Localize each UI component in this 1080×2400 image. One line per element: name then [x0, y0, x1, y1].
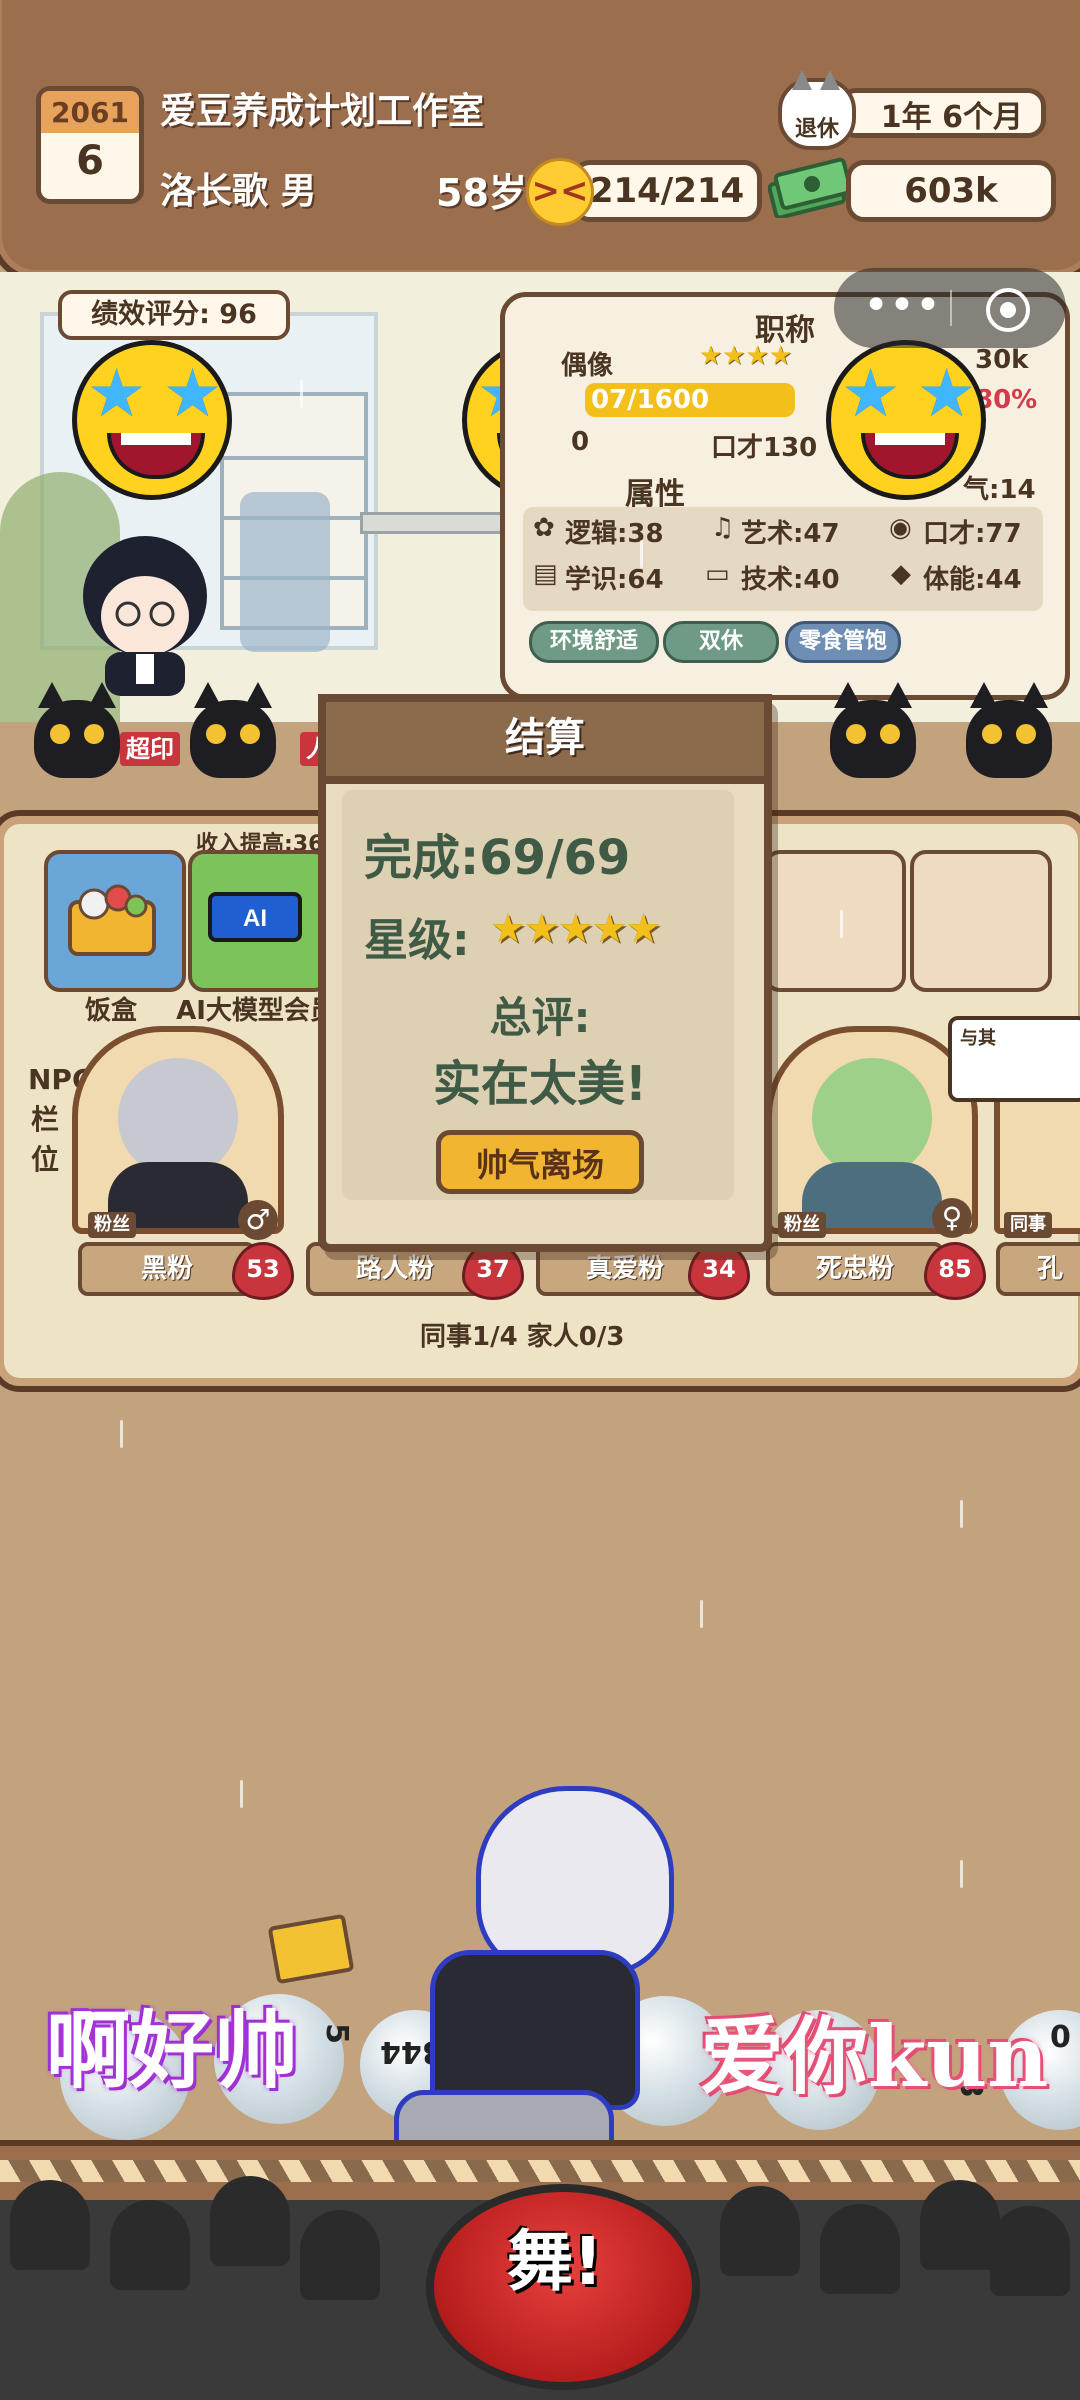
audience-silhouette: [820, 2204, 900, 2294]
ai-member-item-slot[interactable]: AI: [188, 850, 330, 992]
black-cat-icon: [190, 682, 276, 778]
audience-silhouette: [300, 2210, 380, 2300]
performance-score: 绩效评分: 96: [58, 290, 290, 340]
player-avatar[interactable]: [70, 526, 220, 696]
star-eyes-emoji-icon: ★★: [826, 340, 986, 500]
note-number: 0: [1050, 2020, 1071, 2055]
empty-item-slot[interactable]: [910, 850, 1052, 992]
npc-name: 黑粉: [78, 1242, 256, 1296]
logic-stat: 逻辑:38: [565, 519, 664, 549]
close-miniprogram-icon[interactable]: [986, 288, 1030, 332]
dance-button-label: 舞!: [506, 2223, 604, 2300]
ai-card-icon: AI: [208, 892, 302, 942]
envelope-icon[interactable]: [267, 1913, 355, 1985]
stage-stripe: [0, 2160, 1080, 2182]
book-icon: ▤: [533, 559, 558, 589]
cash-stack-icon: [768, 157, 852, 218]
tech-stat: 技术:40: [741, 565, 840, 595]
rain-drop: [300, 380, 303, 408]
audience-silhouette: [990, 2206, 1070, 2296]
leave-stage-button[interactable]: 帅气离场: [436, 1130, 644, 1194]
audience-silhouette: [920, 2180, 1000, 2270]
capsule-divider: [950, 290, 952, 326]
cat-ear-icon: [792, 70, 812, 90]
status-tag: 超印: [120, 732, 180, 766]
rain-drop: [960, 1500, 963, 1528]
dancer-body: [430, 1950, 640, 2110]
bento-icon: [68, 884, 156, 956]
eloquence-stat: 口才:77: [923, 519, 1022, 549]
knowledge-stat: 学识:64: [565, 565, 664, 595]
job-stats-card[interactable]: 职称 偶像 ★★★★ 30k 07/1600 80% 0 口才130 属性 气:…: [500, 292, 1070, 700]
stamina-stat: 体能:44: [923, 565, 1022, 595]
rain-drop: [960, 1860, 963, 1888]
player-age: 58岁: [436, 171, 527, 215]
cheer-text: 啊好帅: [46, 2001, 299, 2100]
npc-slot-counter: 同事1/4 家人0/3: [420, 1322, 625, 1352]
rain-drop: [240, 1780, 243, 1808]
audience-silhouette: [10, 2180, 90, 2270]
star-eyes-emoji-icon: ★★: [72, 340, 232, 500]
modal-title: 结算: [318, 694, 772, 784]
perk-tag[interactable]: 环境舒适: [529, 621, 659, 663]
audience-silhouette: [720, 2186, 800, 2276]
art-stat: 艺术:47: [741, 519, 840, 549]
music-note-icon: ♫: [711, 513, 735, 543]
rain-drop: [640, 540, 643, 568]
npc-name: 孔: [996, 1242, 1080, 1296]
audience-silhouette: [110, 2200, 190, 2290]
cash-amount: 603k: [846, 160, 1056, 222]
temper-value: 气:14: [963, 475, 1036, 505]
perk-tag[interactable]: 双休: [663, 621, 779, 663]
lips-icon: ◉: [889, 513, 912, 543]
player-name: 洛长歌 男: [160, 171, 317, 212]
progress-value: 07/1600: [591, 385, 710, 415]
perk-tag[interactable]: 零食管饱: [785, 621, 901, 663]
calendar-month: 6: [76, 138, 104, 184]
rain-drop: [700, 1600, 703, 1628]
overall-label: 总评:: [489, 993, 591, 1042]
more-menu-icon[interactable]: •••: [862, 276, 942, 340]
completion-count: 完成:69/69: [364, 830, 631, 886]
calendar-widget[interactable]: 2061 6: [36, 86, 144, 204]
idol-label: 偶像: [561, 351, 614, 381]
cat-ear-icon: [820, 70, 840, 90]
npc-name: 死忠粉: [766, 1242, 944, 1296]
eloquence-value: 口才130: [711, 433, 818, 463]
male-gender-icon: ♂: [238, 1200, 278, 1240]
npc-type-tag: 粉丝: [88, 1212, 136, 1238]
star-rating-icon: ★★★★★: [490, 906, 661, 952]
mood-emoji-icon: ><: [526, 158, 594, 226]
rain-drop: [120, 1420, 123, 1448]
shield-icon: ◆: [891, 559, 911, 589]
office-chair: [240, 492, 330, 652]
star-rating-label: 星级:: [364, 915, 470, 966]
black-cat-icon: [966, 682, 1052, 778]
retire-cat-badge[interactable]: 退休: [778, 78, 856, 150]
rain-drop: [840, 910, 843, 938]
calendar-year: 2061: [41, 91, 139, 133]
npc-type-tag: 粉丝: [778, 1212, 826, 1238]
audience-silhouette: [210, 2176, 290, 2266]
dancer-character: [476, 1786, 674, 1976]
empty-item-slot[interactable]: [764, 850, 906, 992]
retire-countdown: 1年 6个月: [838, 88, 1046, 138]
bento-item-slot[interactable]: [44, 850, 186, 992]
black-cat-icon: [34, 682, 120, 778]
monitor-icon: ▭: [705, 559, 730, 589]
note-number: 5: [318, 2023, 354, 2044]
black-cat-icon: [830, 682, 916, 778]
female-gender-icon: ♀: [932, 1198, 972, 1238]
overall-verdict: 实在太美!: [433, 1056, 647, 1112]
idol-stars: ★★★★: [699, 341, 793, 371]
npc-type-tag: 同事: [1004, 1212, 1052, 1238]
income-value: 30k: [975, 345, 1029, 375]
brain-icon: ✿: [533, 513, 555, 543]
energy-meter: 214/214: [572, 160, 762, 222]
studio-name: 爱豆养成计划工作室: [160, 91, 485, 132]
cheer-text: 爱你kun: [700, 2007, 1049, 2106]
svg-text:AI: AI: [243, 905, 267, 932]
zero-value: 0: [571, 427, 590, 457]
retire-label: 退休: [794, 117, 839, 142]
